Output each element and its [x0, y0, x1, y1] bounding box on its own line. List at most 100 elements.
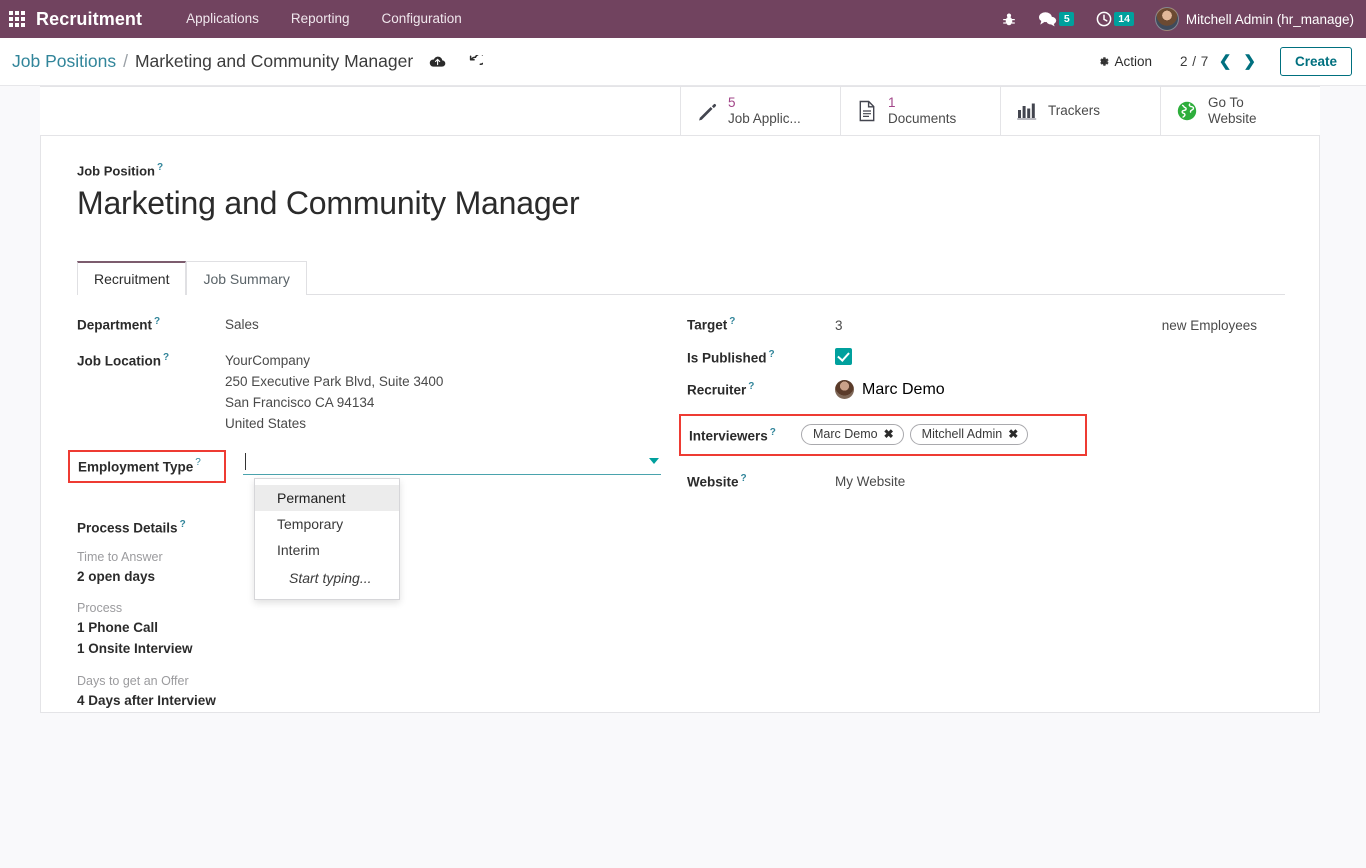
- top-navbar: Recruitment Applications Reporting Confi…: [0, 0, 1366, 38]
- employment-type-label-text: Employment Type: [78, 459, 194, 475]
- help-icon[interactable]: ?: [157, 162, 163, 173]
- stat-button-job-applications[interactable]: 5 Job Applic...: [680, 87, 840, 135]
- chevron-right-icon[interactable]: ❯: [1243, 54, 1256, 69]
- close-icon[interactable]: ✖: [1008, 427, 1018, 441]
- stat-count: 5: [728, 95, 736, 111]
- stat-label: Go To: [1208, 95, 1244, 111]
- gear-icon: [1099, 57, 1109, 66]
- process-caption: Days to get an Offer: [77, 674, 189, 689]
- undo-icon[interactable]: [468, 54, 484, 69]
- field-department: Department? Sales: [77, 315, 661, 336]
- dropdown-start-typing-hint: Start typing...: [289, 569, 372, 586]
- apps-grid-icon[interactable]: [9, 11, 25, 27]
- dropdown-option-permanent[interactable]: Permanent: [255, 484, 399, 511]
- create-button[interactable]: Create: [1279, 47, 1352, 76]
- department-label-text: Department: [77, 317, 153, 333]
- stat-label: Trackers: [1048, 103, 1101, 119]
- stat-button-trackers[interactable]: Trackers: [1000, 87, 1160, 135]
- messages-badge: 5: [1059, 12, 1075, 26]
- app-brand-recruitment[interactable]: Recruitment: [36, 9, 142, 30]
- action-menu-button[interactable]: Action: [1097, 54, 1153, 69]
- help-icon[interactable]: ?: [729, 316, 735, 327]
- clock-icon: [1096, 11, 1112, 27]
- employment-type-dropdown: Permanent Temporary Interim Start typing…: [254, 477, 400, 600]
- job-position-label-text: Job Position: [77, 163, 155, 179]
- dropdown-option-interim[interactable]: Interim: [255, 537, 399, 563]
- help-icon[interactable]: ?: [741, 473, 747, 484]
- website-label: Website?: [687, 472, 835, 493]
- process-value: 4 Days after Interview: [77, 692, 216, 708]
- target-suffix-label: new Employees: [1161, 317, 1257, 333]
- user-menu[interactable]: Mitchell Admin (hr_manage): [1145, 7, 1362, 31]
- department-label: Department?: [77, 315, 225, 333]
- breadcrumb-separator: /: [123, 51, 128, 71]
- stat-text: 5 Job Applic...: [728, 95, 801, 126]
- stat-button-go-to-website[interactable]: Go To Website: [1160, 87, 1320, 135]
- help-icon[interactable]: ?: [163, 352, 169, 363]
- is-published-label-text: Is Published: [687, 350, 767, 366]
- breadcrumb-job-positions[interactable]: Job Positions: [12, 51, 116, 72]
- cloud-upload-icon[interactable]: [429, 55, 446, 68]
- page-title-block: Job Position? Marketing and Community Ma…: [77, 162, 1285, 222]
- close-icon[interactable]: ✖: [884, 427, 894, 441]
- form-sheet-wrapper: 5 Job Applic... 1 Documents Trackers Go …: [40, 86, 1320, 713]
- activities-badge: 14: [1114, 12, 1134, 26]
- help-icon[interactable]: ?: [769, 349, 775, 360]
- document-icon: [855, 100, 879, 122]
- stat-button-documents[interactable]: 1 Documents: [840, 87, 1000, 135]
- breadcrumb-current-record: Marketing and Community Manager: [134, 51, 414, 71]
- form-sheet-inner: Job Position? Marketing and Community Ma…: [41, 136, 1319, 712]
- bar-chart-icon: [1015, 101, 1039, 121]
- action-label: Action: [1114, 54, 1153, 69]
- navbar-right-group: 5 14 Mitchell Admin (hr_manage): [991, 0, 1366, 38]
- bug-icon[interactable]: [991, 0, 1027, 38]
- department-value[interactable]: Sales: [225, 315, 259, 336]
- pencil-icon: [695, 101, 719, 122]
- nav-menu-configuration[interactable]: Configuration: [365, 0, 477, 38]
- job-location-value[interactable]: YourCompany 250 Executive Park Blvd, Sui…: [225, 351, 443, 435]
- target-value[interactable]: 3: [835, 318, 843, 333]
- address-line: 250 Executive Park Blvd, Suite 3400: [225, 374, 444, 390]
- interviewers-label-text: Interviewers: [689, 428, 768, 444]
- help-icon[interactable]: ?: [180, 519, 186, 530]
- process-caption: Process: [77, 601, 123, 616]
- is-published-checkbox[interactable]: [835, 347, 852, 365]
- help-icon[interactable]: ?: [770, 427, 776, 438]
- control-panel: Job Positions / Marketing and Community …: [0, 38, 1366, 86]
- tab-recruitment[interactable]: Recruitment: [77, 261, 187, 296]
- help-icon[interactable]: ?: [195, 457, 201, 468]
- tab-job-summary[interactable]: Job Summary: [186, 261, 307, 296]
- field-website: Website? My Website: [687, 472, 1285, 493]
- field-is-published: Is Published?: [687, 347, 1285, 366]
- process-details-label-text: Process Details: [77, 520, 178, 536]
- help-icon[interactable]: ?: [154, 316, 160, 327]
- address-line: San Francisco CA 94134: [225, 395, 375, 411]
- nav-menu-reporting[interactable]: Reporting: [275, 0, 366, 38]
- messages-button[interactable]: 5: [1027, 0, 1085, 38]
- help-icon[interactable]: ?: [748, 381, 754, 392]
- field-recruiter: Recruiter? Marc Demo: [687, 380, 1285, 400]
- recruiter-label-text: Recruiter: [687, 382, 747, 398]
- dropdown-option-temporary[interactable]: Temporary: [255, 511, 399, 537]
- interviewer-tag[interactable]: Marc Demo ✖: [801, 424, 904, 446]
- form-sheet: Job Position? Marketing and Community Ma…: [40, 136, 1320, 713]
- field-target: Target? 3 new Employees: [687, 315, 1285, 333]
- job-location-label: Job Location?: [77, 351, 225, 369]
- interviewers-label: Interviewers?: [689, 427, 801, 444]
- breadcrumb: Job Positions / Marketing and Community …: [12, 51, 413, 72]
- is-published-label: Is Published?: [687, 348, 835, 366]
- chevron-left-icon[interactable]: ❮: [1219, 54, 1232, 69]
- website-value[interactable]: My Website: [835, 472, 905, 493]
- activities-button[interactable]: 14: [1085, 0, 1145, 38]
- interviewer-tag[interactable]: Mitchell Admin ✖: [909, 424, 1029, 446]
- page-title[interactable]: Marketing and Community Manager: [77, 185, 1285, 222]
- recruiter-value[interactable]: Marc Demo: [835, 380, 945, 400]
- nav-menu-applications[interactable]: Applications: [170, 0, 275, 38]
- interviewer-tag-label: Mitchell Admin: [921, 427, 1003, 442]
- chevron-down-icon[interactable]: [649, 457, 659, 464]
- employment-type-input[interactable]: Permanent Temporary Interim Start typing…: [243, 450, 661, 600]
- field-interviewers-highlight: Interviewers? Marc Demo ✖ Mitchell Admin…: [679, 414, 1087, 457]
- process-group-days-to-offer: Days to get an Offer 4 Days after Interv…: [77, 672, 661, 712]
- job-location-label-text: Job Location: [77, 353, 161, 369]
- form-notebook-tabs: Recruitment Job Summary: [77, 260, 1285, 296]
